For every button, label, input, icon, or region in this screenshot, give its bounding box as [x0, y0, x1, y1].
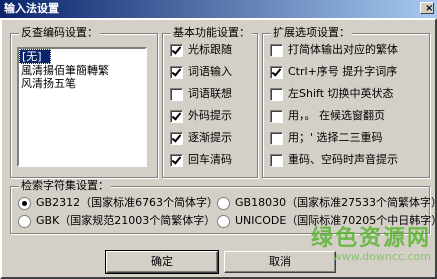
checkbox[interactable]	[270, 153, 283, 167]
reverse-coding-listbox[interactable]: [无] 風清揚佰筆簡轉繁 风清扬五笔	[17, 47, 147, 167]
option-label: 词语输入	[188, 65, 232, 78]
option-traditional-output[interactable]: 打简体输出对应的繁体	[270, 42, 398, 58]
list-item[interactable]: 风清扬五笔	[19, 77, 145, 90]
basic-functions-group: 基本功能设置： 光标跟随 词语输入 词语联想 外码提示 逐渐提示 回车清码	[162, 26, 258, 178]
close-button[interactable]: ×	[420, 2, 434, 14]
ok-button[interactable]: 确定	[105, 250, 219, 274]
option-comma-period-paging[interactable]: 用，。 在候选窗翻页	[270, 108, 385, 124]
option-label: GB2312（国家标准6763个简体字）	[36, 196, 219, 209]
title-bar: 输入法设置 ×	[0, 0, 437, 18]
extended-options-legend: 扩展选项设置：	[271, 26, 352, 40]
option-enter-clear[interactable]: 回车清码	[170, 152, 232, 168]
checkbox[interactable]	[170, 131, 183, 145]
option-label: 光标跟随	[188, 43, 232, 56]
option-gradual-hint[interactable]: 逐渐提示	[170, 130, 232, 146]
option-label: 外码提示	[188, 109, 232, 122]
checkbox[interactable]	[270, 43, 283, 57]
extended-options-group: 扩展选项设置： 打简体输出对应的繁体 Ctrl+序号 提升字词序 左Shift …	[262, 26, 430, 178]
option-label: 用；' 选择二三重码	[288, 131, 383, 144]
checkbox[interactable]	[270, 65, 283, 79]
option-left-shift-toggle[interactable]: 左Shift 切换中英状态	[270, 86, 394, 102]
radio-gbk[interactable]: GBK（国家规范21003个简繁体字）	[18, 213, 215, 229]
option-label: GB18030（国家标准27533个简繁体字）	[235, 196, 437, 209]
option-label: 逐渐提示	[188, 131, 232, 144]
reverse-coding-group: 反查编码设置： [无] 風清揚佰筆簡轉繁 风清扬五笔	[10, 26, 158, 178]
list-item[interactable]: 風清揚佰筆簡轉繁	[19, 64, 145, 77]
radio-button[interactable]	[217, 214, 230, 228]
option-label: 重码、空码时声音提示	[288, 153, 398, 166]
checkbox[interactable]	[270, 131, 283, 145]
checkbox[interactable]	[170, 65, 183, 79]
radio-unicode[interactable]: UNICODE（国际标准70205个中日韩字）	[217, 213, 437, 229]
option-label: 回车清码	[188, 153, 232, 166]
option-label: Ctrl+序号 提升字词序	[288, 65, 398, 78]
option-word-input[interactable]: 词语输入	[170, 64, 232, 80]
option-label: 打简体输出对应的繁体	[288, 43, 398, 56]
cancel-button[interactable]: 取消	[224, 251, 336, 273]
option-label: 用，。 在候选窗翻页	[288, 109, 385, 122]
option-cursor-follow[interactable]: 光标跟随	[170, 42, 232, 58]
radio-button[interactable]	[217, 196, 230, 210]
option-sound-hint[interactable]: 重码、空码时声音提示	[270, 152, 398, 168]
checkbox[interactable]	[270, 109, 283, 123]
radio-button[interactable]	[18, 214, 31, 228]
option-ctrl-promote[interactable]: Ctrl+序号 提升字词序	[270, 64, 397, 80]
radio-gb2312[interactable]: GB2312（国家标准6763个简体字）	[18, 195, 218, 211]
checkbox[interactable]	[170, 109, 183, 123]
option-label: 词语联想	[188, 87, 232, 100]
option-label: UNICODE（国际标准70205个中日韩字）	[235, 214, 437, 227]
charset-legend: 检索字符集设置：	[19, 179, 111, 193]
checkbox[interactable]	[170, 87, 183, 101]
option-label: GBK（国家规范21003个简繁体字）	[36, 214, 216, 227]
option-semicolon-quote-select[interactable]: 用；' 选择二三重码	[270, 130, 383, 146]
basic-functions-legend: 基本功能设置：	[171, 26, 252, 40]
window-title: 输入法设置	[4, 2, 59, 15]
checkbox[interactable]	[270, 87, 283, 101]
list-item[interactable]: [无]	[19, 49, 51, 64]
reverse-coding-legend: 反查编码设置：	[19, 26, 100, 40]
radio-button[interactable]	[18, 196, 31, 210]
option-label: 左Shift 切换中英状态	[288, 87, 394, 100]
radio-gb18030[interactable]: GB18030（国家标准27533个简繁体字）	[217, 195, 437, 211]
close-icon: ×	[425, 3, 434, 14]
checkbox[interactable]	[170, 43, 183, 57]
option-code-hint[interactable]: 外码提示	[170, 108, 232, 124]
checkbox[interactable]	[170, 153, 183, 167]
option-word-association[interactable]: 词语联想	[170, 86, 232, 102]
charset-group: 检索字符集设置： GB2312（国家标准6763个简体字） GB18030（国家…	[10, 179, 437, 234]
